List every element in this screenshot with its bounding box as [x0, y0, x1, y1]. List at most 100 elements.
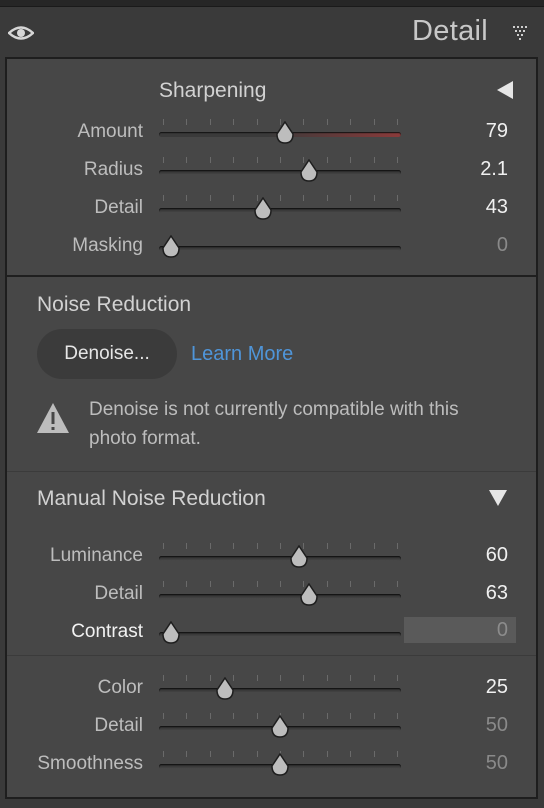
slider-tick — [186, 157, 188, 163]
slider-tick — [373, 751, 375, 757]
slider-tick — [233, 157, 235, 163]
slider-track[interactable] — [159, 170, 401, 175]
slider-thumb[interactable] — [270, 753, 290, 777]
slider-tick — [350, 751, 352, 757]
slider-tick — [186, 713, 188, 719]
slider-tick — [256, 119, 258, 125]
slider-thumb[interactable] — [253, 197, 273, 221]
slider-tick — [350, 581, 352, 587]
slider-value[interactable]: 60 — [486, 544, 508, 567]
slider-thumb[interactable] — [299, 583, 319, 607]
slider-track[interactable] — [159, 688, 401, 693]
slider-value[interactable]: 2.1 — [480, 158, 508, 181]
slider-label: Contrast — [71, 621, 143, 642]
slider-value[interactable]: 25 — [486, 676, 508, 699]
slider-tick — [163, 543, 164, 549]
slider-tick — [163, 119, 164, 125]
denoise-button[interactable]: Denoise... — [37, 329, 177, 379]
panel-header[interactable]: Detail — [0, 7, 544, 57]
slider-value[interactable]: 0 — [497, 619, 508, 642]
slider-tick — [186, 195, 188, 201]
slider-tick — [186, 675, 188, 681]
slider-tick — [326, 713, 328, 719]
slider-track[interactable] — [159, 632, 401, 637]
slider-tick — [186, 581, 188, 587]
slider-value[interactable]: 79 — [486, 120, 508, 143]
slider-tick — [373, 543, 375, 549]
learn-more-link[interactable]: Learn More — [191, 343, 293, 366]
slider-tick — [397, 119, 398, 125]
slider-row-luminance-detail[interactable]: Detail 63 — [7, 579, 536, 617]
slider-tick — [326, 675, 328, 681]
slider-tick — [280, 675, 281, 681]
slider-row-masking[interactable]: Masking 0 — [7, 231, 536, 269]
slider-row-radius[interactable]: Radius 2.1 — [7, 155, 536, 193]
slider-thumb[interactable] — [161, 621, 181, 645]
slider-row-luminance-contrast[interactable]: Contrast 0 — [7, 617, 536, 655]
slider-row-color-detail[interactable]: Detail 50 — [7, 711, 536, 749]
slider-tick — [163, 713, 164, 719]
section-divider — [7, 275, 536, 277]
slider-tick — [233, 713, 235, 719]
slider-thumb[interactable] — [299, 159, 319, 183]
slider-value[interactable]: 50 — [486, 752, 508, 775]
slider-tick — [350, 675, 352, 681]
slider-tick — [256, 543, 258, 549]
slider-tick — [373, 157, 375, 163]
panel-menu-icon[interactable] — [512, 25, 530, 43]
slider-tick — [326, 157, 328, 163]
slider-track[interactable] — [159, 246, 401, 251]
top-strip — [0, 0, 544, 7]
denoise-warning-text: Denoise is not currently compatible with… — [89, 399, 459, 449]
slider-tick — [326, 195, 328, 201]
slider-tick — [163, 581, 164, 587]
slider-tick — [350, 543, 352, 549]
slider-tick — [209, 675, 211, 681]
slider-value[interactable]: 63 — [486, 582, 508, 605]
slider-tick — [209, 543, 211, 549]
slider-tick — [326, 119, 328, 125]
slider-value-field[interactable]: 0 — [404, 617, 516, 643]
eye-icon[interactable] — [8, 23, 34, 43]
collapse-triangle-down-icon[interactable] — [487, 487, 509, 509]
slider-tick — [350, 195, 352, 201]
slider-row-luminance[interactable]: Luminance 60 — [7, 541, 536, 579]
slider-thumb[interactable] — [161, 235, 181, 259]
slider-row-color[interactable]: Color 25 — [7, 673, 536, 711]
slider-tick — [373, 581, 375, 587]
slider-row-detail[interactable]: Detail 43 — [7, 193, 536, 231]
slider-tick — [256, 581, 258, 587]
slider-value[interactable]: 50 — [486, 714, 508, 737]
slider-value[interactable]: 43 — [486, 196, 508, 219]
slider-track[interactable] — [159, 594, 401, 599]
slider-tick — [209, 119, 211, 125]
slider-thumb[interactable] — [215, 677, 235, 701]
slider-row-amount[interactable]: Amount 79 — [7, 117, 536, 155]
slider-tick — [280, 581, 281, 587]
slider-label: Amount — [77, 121, 143, 142]
slider-tick — [303, 119, 305, 125]
collapse-triangle-left-icon[interactable] — [493, 79, 515, 101]
slider-tick — [233, 195, 235, 201]
slider-tick — [397, 195, 398, 201]
slider-tick — [373, 713, 375, 719]
manual-noise-title: Manual Noise Reduction — [37, 487, 266, 510]
slider-label: Detail — [94, 715, 143, 736]
slider-track[interactable] — [159, 556, 401, 561]
slider-tick — [233, 543, 235, 549]
slider-ticks — [159, 195, 401, 203]
slider-tick — [326, 581, 328, 587]
warning-icon — [37, 403, 69, 433]
noise-reduction-title: Noise Reduction — [37, 293, 192, 316]
slider-value[interactable]: 0 — [497, 234, 508, 257]
slider-tick — [303, 195, 305, 201]
slider-row-smoothness[interactable]: Smoothness 50 — [7, 749, 536, 787]
slider-ticks — [159, 157, 401, 165]
section-divider — [7, 655, 536, 656]
sharpening-title: Sharpening — [159, 79, 267, 102]
slider-thumb[interactable] — [275, 121, 295, 145]
slider-thumb[interactable] — [289, 545, 309, 569]
slider-track[interactable] — [159, 208, 401, 213]
slider-thumb[interactable] — [270, 715, 290, 739]
slider-tick — [373, 119, 375, 125]
